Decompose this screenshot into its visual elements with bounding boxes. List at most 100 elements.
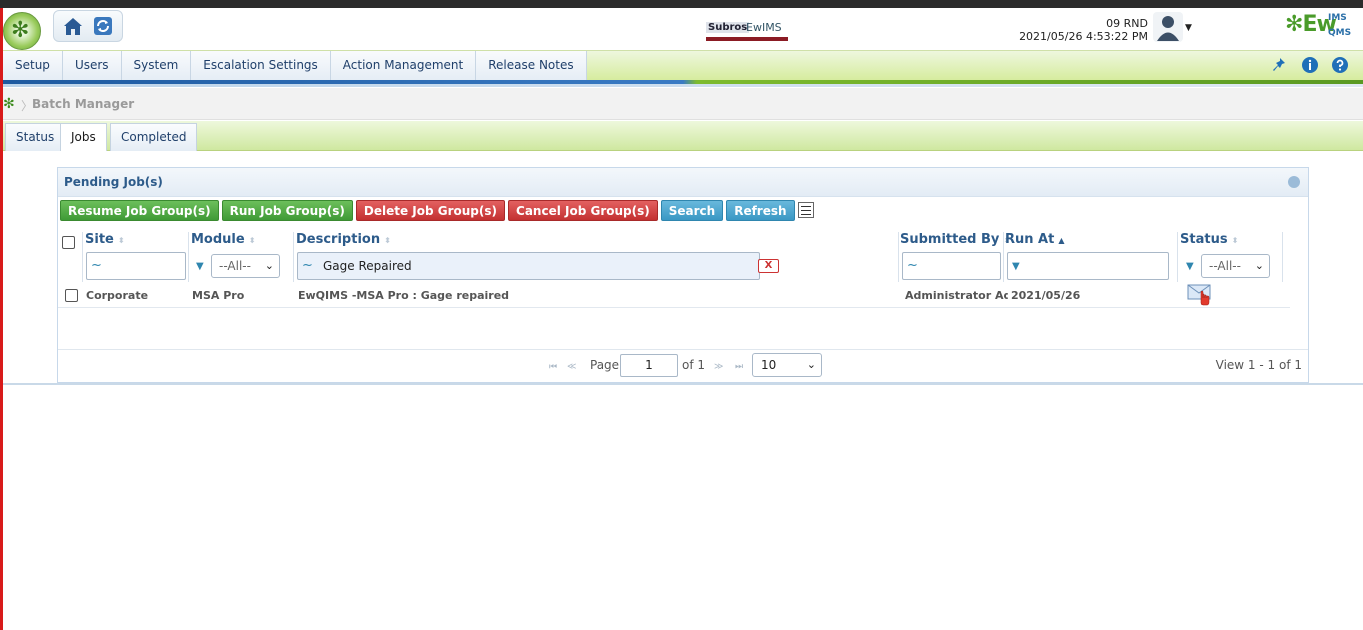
content-bottom-border xyxy=(3,383,1363,385)
menu-item-users[interactable]: Users xyxy=(62,51,122,80)
run-at-filter-input[interactable]: ▼ xyxy=(1007,252,1169,280)
clear-filter-button[interactable]: X xyxy=(758,259,779,273)
cell-site: Corporate xyxy=(86,289,149,302)
info-icon[interactable] xyxy=(1301,56,1319,74)
filter-funnel-icon[interactable]: ▼ xyxy=(1012,261,1020,272)
tab-completed[interactable]: Completed xyxy=(110,123,198,151)
filter-funnel-icon[interactable]: ▼ xyxy=(1186,261,1194,272)
brand-leaf-icon: ✻ xyxy=(1285,12,1303,37)
module-filter-value: --All-- xyxy=(219,259,251,273)
description-filter-input[interactable]: ~ Gage Repaired xyxy=(297,252,760,280)
column-header-submitted-by[interactable]: Submitted By ⬍ xyxy=(900,232,1010,250)
tab-bar: Status Jobs Completed xyxy=(3,121,1363,151)
column-label-site: Site xyxy=(85,232,114,247)
row-checkbox[interactable] xyxy=(65,289,78,302)
breadcrumb-home-icon[interactable]: ✻ xyxy=(3,96,15,112)
module-filter-select[interactable]: --All-- ⌄ xyxy=(211,254,280,278)
collapse-icon[interactable] xyxy=(1288,176,1300,188)
brand-sub: QMS xyxy=(1328,28,1352,38)
nav-button-group xyxy=(53,10,123,42)
column-header-run-at[interactable]: Run At ▲ xyxy=(1005,232,1064,250)
breadcrumb: ✻ 〉 Batch Manager xyxy=(3,88,1363,120)
record-count: View 1 - 1 of 1 xyxy=(1215,358,1302,372)
tab-status[interactable]: Status xyxy=(5,123,66,151)
refresh-button[interactable]: Refresh xyxy=(726,200,795,221)
first-page-icon[interactable]: ⏮ xyxy=(549,362,557,372)
filter-row: ~ ▼ --All-- ⌄ ~ Gage Repaired X ~ ▼ ▼ --… xyxy=(58,250,1284,282)
page-count: of 1 xyxy=(682,358,706,372)
pending-jobs-panel: Pending Job(s) Resume Job Group(s) Run J… xyxy=(57,167,1309,383)
page-size-value: 10 xyxy=(761,358,777,372)
column-header-module[interactable]: Module ⬍ xyxy=(191,232,255,250)
pager: ⏮ ≪ Page 1 of 1 ≫ ⏭ 10 ⌄ View 1 - 1 of 1 xyxy=(58,349,1308,383)
chevron-down-icon: ⌄ xyxy=(806,358,816,371)
column-header-site[interactable]: Site ⬍ xyxy=(85,232,125,250)
column-header-description[interactable]: Description ⬍ xyxy=(296,232,391,250)
window-top-strip xyxy=(0,0,1363,8)
user-info: 09 RND 2021/05/26 4:53:22 PM xyxy=(1003,17,1148,43)
page-number-input[interactable]: 1 xyxy=(620,354,678,377)
cancel-job-group-button[interactable]: Cancel Job Group(s) xyxy=(508,200,658,221)
menu-item-escalation-settings[interactable]: Escalation Settings xyxy=(191,51,331,80)
user-avatar-icon[interactable] xyxy=(1153,12,1183,42)
cell-module: MSA Pro xyxy=(192,289,245,302)
column-label-status: Status xyxy=(1180,232,1228,247)
column-label-description: Description xyxy=(296,232,381,247)
user-menu-caret-icon[interactable]: ▼ xyxy=(1185,23,1192,33)
cell-submitted-by: Administrator Adm xyxy=(905,289,1008,302)
main-menu-bar: Setup Users System Escalation Settings A… xyxy=(3,50,1363,80)
contains-operator-icon[interactable]: ~ xyxy=(302,258,313,273)
contains-operator-icon[interactable]: ~ xyxy=(907,258,918,273)
column-label-run-at: Run At xyxy=(1005,232,1055,247)
page-label: Page xyxy=(590,358,620,372)
client-logo-right: EwIMS xyxy=(746,21,782,34)
last-page-icon[interactable]: ⏭ xyxy=(735,362,743,372)
prev-page-icon[interactable]: ≪ xyxy=(567,362,576,372)
run-job-group-button[interactable]: Run Job Group(s) xyxy=(221,200,353,221)
client-logo: Subros EwIMS xyxy=(706,20,788,42)
menu-tool-icons xyxy=(1271,56,1349,74)
column-header-status[interactable]: Status ⬍ xyxy=(1180,232,1238,250)
app-logo-icon[interactable]: ✻ xyxy=(3,12,41,50)
tab-jobs[interactable]: Jobs xyxy=(60,123,107,151)
app-frame: ✻ Subros EwIMS 09 RND 2021/05/26 4:53:22… xyxy=(0,0,1363,630)
pin-icon[interactable] xyxy=(1271,56,1289,74)
next-page-icon[interactable]: ≫ xyxy=(714,362,723,372)
cell-run-at: 2021/05/26 xyxy=(1011,289,1081,302)
client-logo-underline xyxy=(706,37,788,41)
email-status-icon[interactable] xyxy=(1187,284,1213,306)
user-name: 09 RND xyxy=(1106,17,1148,30)
delete-job-group-button[interactable]: Delete Job Group(s) xyxy=(355,200,506,221)
resume-job-group-button[interactable]: Resume Job Group(s) xyxy=(60,200,219,221)
menu-item-system[interactable]: System xyxy=(121,51,192,80)
main-menu: Setup Users System Escalation Settings A… xyxy=(3,51,587,80)
sort-asc-icon: ▲ xyxy=(1058,236,1065,245)
sort-icon: ⬍ xyxy=(117,236,125,245)
sort-icon: ⬍ xyxy=(384,236,391,245)
site-filter-input[interactable]: ~ xyxy=(86,252,186,280)
help-icon[interactable] xyxy=(1331,56,1349,74)
filter-funnel-icon[interactable]: ▼ xyxy=(196,261,204,272)
home-icon[interactable] xyxy=(62,15,84,37)
search-button[interactable]: Search xyxy=(660,200,724,221)
page-size-select[interactable]: 10 ⌄ xyxy=(752,353,822,377)
submitted-by-filter-input[interactable]: ~ xyxy=(902,252,1001,280)
contains-operator-icon[interactable]: ~ xyxy=(91,258,102,273)
panel-toolbar: Resume Job Group(s) Run Job Group(s) Del… xyxy=(60,200,814,221)
menu-item-action-management[interactable]: Action Management xyxy=(330,51,477,80)
status-filter-select[interactable]: --All-- ⌄ xyxy=(1201,254,1270,278)
table-row[interactable]: Corporate MSA Pro EwQIMS -MSA Pro : Gage… xyxy=(58,282,1290,308)
session-datetime: 2021/05/26 4:53:22 PM xyxy=(1019,30,1148,43)
sort-icon: ⬍ xyxy=(248,236,256,245)
menu-item-setup[interactable]: Setup xyxy=(3,51,63,80)
header-divider-shadow xyxy=(3,84,1363,87)
description-filter-value: Gage Repaired xyxy=(323,259,412,273)
menu-item-release-notes[interactable]: Release Notes xyxy=(476,51,587,80)
select-all-checkbox[interactable] xyxy=(62,236,75,249)
panel-header: Pending Job(s) xyxy=(58,168,1308,197)
column-chooser-icon[interactable] xyxy=(797,202,814,218)
refresh-icon[interactable] xyxy=(92,15,114,37)
chevron-down-icon: ⌄ xyxy=(1254,259,1264,272)
column-label-submitted-by: Submitted By xyxy=(900,232,1000,247)
brand-logo: ✻Ew IMS QMS xyxy=(1285,12,1351,38)
